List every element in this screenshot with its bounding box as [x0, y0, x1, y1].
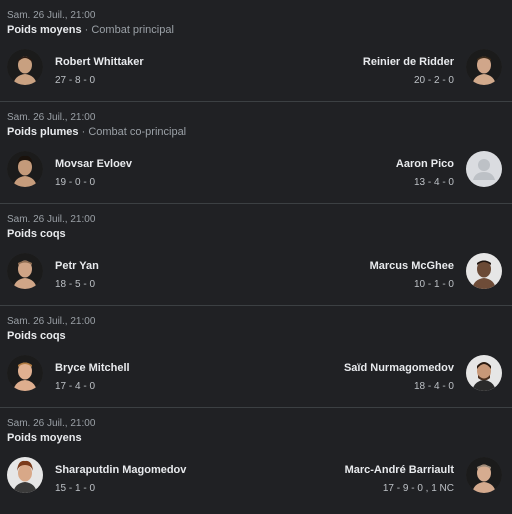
weight-class: Poids moyens	[7, 432, 82, 444]
fighter-avatar	[7, 457, 43, 493]
fighter-record: 18 - 5 - 0	[55, 279, 96, 290]
weight-class: Poids moyens	[7, 24, 82, 36]
fighter-avatar	[7, 253, 43, 289]
fighter-record: 19 - 0 - 0	[55, 177, 96, 188]
fighter-avatar	[7, 49, 43, 85]
fighter-avatar	[466, 457, 502, 493]
fighter-name: Marcus McGhee	[369, 260, 454, 272]
fighter-name: Petr Yan	[55, 260, 99, 272]
fighter-record: 18 - 4 - 0	[413, 381, 454, 392]
fighter-record: 15 - 1 - 0	[55, 483, 96, 494]
fight-type: Combat principal	[91, 24, 174, 36]
fighter-right[interactable]: Marc-André Barriault 17 - 9 - 0 , 1 NC	[262, 457, 502, 497]
fighter-name: Sharaputdin Magomedov	[55, 464, 187, 476]
fight-title: Poids plumes · Combat co-principal	[7, 126, 186, 138]
fight-card[interactable]: Sam. 26 Juil., 21:00 Poids coqs Petr Yan…	[0, 204, 512, 306]
fighter-avatar	[466, 355, 502, 391]
fighter-record: 27 - 8 - 0	[55, 75, 96, 86]
placeholder-person-icon	[466, 151, 502, 187]
fight-title: Poids moyens · Combat principal	[7, 24, 174, 36]
fighter-avatar	[7, 355, 43, 391]
fighter-left[interactable]: Sharaputdin Magomedov 15 - 1 - 0	[7, 457, 247, 497]
fighter-name: Bryce Mitchell	[55, 362, 130, 374]
fight-date: Sam. 26 Juil., 21:00	[7, 214, 96, 225]
fight-date: Sam. 26 Juil., 21:00	[7, 418, 96, 429]
fighter-right[interactable]: Aaron Pico 13 - 4 - 0	[262, 151, 502, 191]
fighter-record: 10 - 1 - 0	[413, 279, 454, 290]
fight-date: Sam. 26 Juil., 21:00	[7, 112, 96, 123]
fight-title: Poids coqs	[7, 330, 66, 342]
fighter-name: Robert Whittaker	[55, 56, 144, 68]
fighter-right[interactable]: Saïd Nurmagomedov 18 - 4 - 0	[262, 355, 502, 395]
fighter-name: Reinier de Ridder	[362, 56, 454, 68]
weight-class: Poids plumes	[7, 126, 79, 138]
fighter-name: Movsar Evloev	[55, 158, 133, 170]
fighter-left[interactable]: Movsar Evloev 19 - 0 - 0	[7, 151, 247, 191]
fight-date: Sam. 26 Juil., 21:00	[7, 316, 96, 327]
fight-card-list: Sam. 26 Juil., 21:00 Poids moyens · Comb…	[0, 0, 512, 510]
fighter-name: Marc-André Barriault	[344, 464, 454, 476]
title-separator: ·	[81, 24, 92, 36]
fighter-avatar	[7, 151, 43, 187]
weight-class: Poids coqs	[7, 330, 66, 342]
fighter-record: 17 - 9 - 0 , 1 NC	[382, 483, 454, 494]
fighter-avatar	[466, 253, 502, 289]
fighter-left[interactable]: Bryce Mitchell 17 - 4 - 0	[7, 355, 247, 395]
fighter-left[interactable]: Petr Yan 18 - 5 - 0	[7, 253, 247, 293]
title-separator: ·	[78, 126, 89, 138]
fight-title: Poids coqs	[7, 228, 66, 240]
fight-card[interactable]: Sam. 26 Juil., 21:00 Poids moyens · Comb…	[0, 0, 512, 102]
fight-card[interactable]: Sam. 26 Juil., 21:00 Poids plumes · Comb…	[0, 102, 512, 204]
fight-date: Sam. 26 Juil., 21:00	[7, 10, 96, 21]
weight-class: Poids coqs	[7, 228, 66, 240]
fighter-right[interactable]: Marcus McGhee 10 - 1 - 0	[262, 253, 502, 293]
fighter-avatar	[466, 49, 502, 85]
fighter-right[interactable]: Reinier de Ridder 20 - 2 - 0	[262, 49, 502, 89]
fighter-name: Aaron Pico	[395, 158, 454, 170]
fighter-record: 13 - 4 - 0	[413, 177, 454, 188]
fight-title: Poids moyens	[7, 432, 82, 444]
fighter-name: Saïd Nurmagomedov	[343, 362, 454, 374]
fighter-record: 20 - 2 - 0	[413, 75, 454, 86]
fighter-record: 17 - 4 - 0	[55, 381, 96, 392]
fighter-left[interactable]: Robert Whittaker 27 - 8 - 0	[7, 49, 247, 89]
fight-card[interactable]: Sam. 26 Juil., 21:00 Poids moyens Sharap…	[0, 408, 512, 510]
fight-card[interactable]: Sam. 26 Juil., 21:00 Poids coqs Bryce Mi…	[0, 306, 512, 408]
fight-type: Combat co-principal	[88, 126, 187, 138]
